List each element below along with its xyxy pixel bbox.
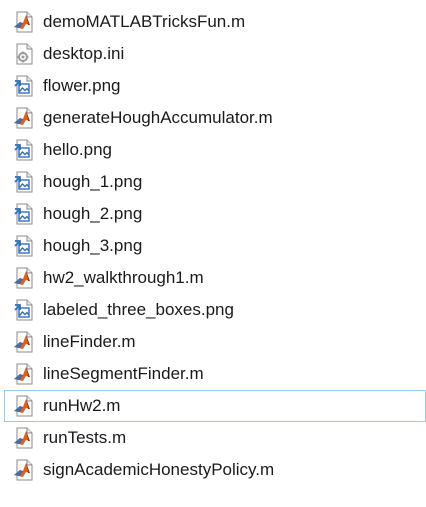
file-name: demoMATLABTricksFun.m bbox=[43, 12, 246, 31]
image-file-icon bbox=[11, 201, 37, 227]
file-name: hello.png bbox=[43, 140, 113, 159]
file-row-desktop-ini[interactable]: desktop.ini bbox=[4, 38, 426, 70]
matlab-file-icon bbox=[11, 329, 37, 355]
file-name: hough_3.png bbox=[43, 236, 143, 255]
image-file-icon bbox=[11, 73, 37, 99]
matlab-file-icon bbox=[11, 425, 37, 451]
file-name: generateHoughAccumulator.m bbox=[43, 108, 273, 127]
file-row-labeled-three-boxes[interactable]: labeled_three_boxes.png bbox=[4, 294, 426, 326]
matlab-file-icon bbox=[11, 361, 37, 387]
image-file-icon bbox=[11, 233, 37, 259]
file-row-flower[interactable]: flower.png bbox=[4, 70, 426, 102]
file-row-linesegmentfinder[interactable]: lineSegmentFinder.m bbox=[4, 358, 426, 390]
file-name: hough_1.png bbox=[43, 172, 143, 191]
file-row-demomatlabtricksfun[interactable]: demoMATLABTricksFun.m bbox=[4, 6, 426, 38]
image-file-icon bbox=[11, 297, 37, 323]
file-list: demoMATLABTricksFun.m desktop.ini flower… bbox=[0, 0, 426, 507]
file-name: signAcademicHonestyPolicy.m bbox=[43, 460, 275, 479]
matlab-file-icon bbox=[11, 105, 37, 131]
file-row-hello[interactable]: hello.png bbox=[4, 134, 426, 166]
file-row-hough-3[interactable]: hough_3.png bbox=[4, 230, 426, 262]
file-name: runTests.m bbox=[43, 428, 127, 447]
file-row-runhw2[interactable]: runHw2.m bbox=[4, 390, 426, 422]
file-row-hough-1[interactable]: hough_1.png bbox=[4, 166, 426, 198]
matlab-file-icon bbox=[11, 265, 37, 291]
image-file-icon bbox=[11, 169, 37, 195]
file-name: hough_2.png bbox=[43, 204, 143, 223]
file-name: lineFinder.m bbox=[43, 332, 136, 351]
file-name: hw2_walkthrough1.m bbox=[43, 268, 204, 287]
file-row-hw2-walkthrough1[interactable]: hw2_walkthrough1.m bbox=[4, 262, 426, 294]
file-name: desktop.ini bbox=[43, 44, 125, 63]
matlab-file-icon bbox=[11, 393, 37, 419]
file-row-hough-2[interactable]: hough_2.png bbox=[4, 198, 426, 230]
file-name: labeled_three_boxes.png bbox=[43, 300, 234, 319]
settings-file-icon bbox=[11, 41, 37, 67]
matlab-file-icon bbox=[11, 9, 37, 35]
file-name: flower.png bbox=[43, 76, 121, 95]
file-row-generatehoughaccumulator[interactable]: generateHoughAccumulator.m bbox=[4, 102, 426, 134]
file-row-signacademichonestypolicy[interactable]: signAcademicHonestyPolicy.m bbox=[4, 454, 426, 486]
file-row-runtests[interactable]: runTests.m bbox=[4, 422, 426, 454]
matlab-file-icon bbox=[11, 457, 37, 483]
file-row-linefinder[interactable]: lineFinder.m bbox=[4, 326, 426, 358]
file-name: lineSegmentFinder.m bbox=[43, 364, 204, 383]
image-file-icon bbox=[11, 137, 37, 163]
file-name: runHw2.m bbox=[43, 396, 121, 415]
